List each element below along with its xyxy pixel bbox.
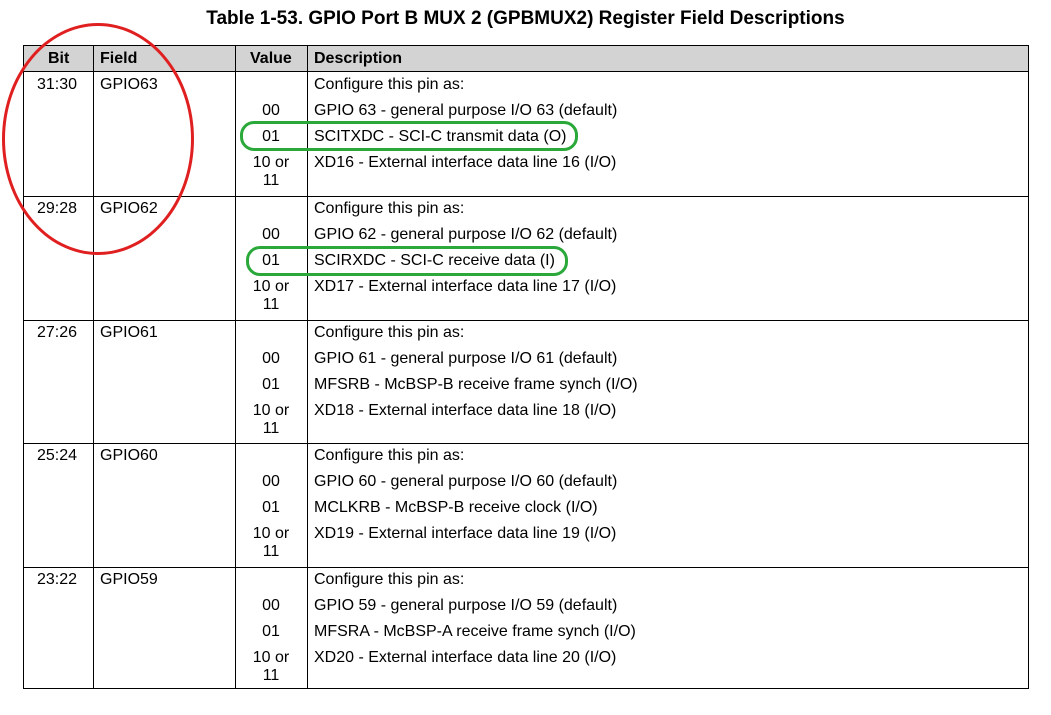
- description-text: GPIO 60 - general purpose I/O 60 (defaul…: [314, 473, 618, 490]
- description-text: Configure this pin as:: [314, 76, 465, 93]
- mux-value: 00: [262, 226, 280, 243]
- row-divider: [24, 443, 1028, 444]
- mux-value: 00: [262, 473, 280, 490]
- description-text: XD18 - External interface data line 18 (…: [314, 402, 617, 419]
- field-name: GPIO59: [100, 571, 158, 588]
- description-text: MFSRB - McBSP-B receive frame synch (I/O…: [314, 376, 638, 393]
- description-text: MCLKRB - McBSP-B receive clock (I/O): [314, 499, 598, 516]
- mux-value: 10 or: [252, 649, 290, 666]
- description-text: XD20 - External interface data line 20 (…: [314, 649, 617, 666]
- field-name: GPIO60: [100, 447, 158, 464]
- description-text: Configure this pin as:: [314, 200, 465, 217]
- bit-range: 23:22: [37, 571, 78, 588]
- mux-value: 11: [262, 667, 280, 684]
- mux-value: 10 or: [252, 154, 290, 171]
- table-title: Table 1-53. GPIO Port B MUX 2 (GPBMUX2) …: [206, 8, 845, 29]
- field-name: GPIO61: [100, 324, 158, 341]
- description-text: Configure this pin as:: [314, 447, 465, 464]
- mux-value: 10 or: [252, 402, 290, 419]
- mux-value: 01: [262, 376, 280, 393]
- description-text: Configure this pin as:: [314, 324, 465, 341]
- description-text: GPIO 59 - general purpose I/O 59 (defaul…: [314, 597, 618, 614]
- header-value: Value: [250, 50, 292, 67]
- header-description: Description: [314, 50, 403, 67]
- mux-value: 11: [262, 296, 280, 313]
- mux-value: 10 or: [252, 525, 290, 542]
- bit-range: 27:26: [37, 324, 78, 341]
- description-text: MFSRA - McBSP-A receive frame synch (I/O…: [314, 623, 636, 640]
- description-text: GPIO 61 - general purpose I/O 61 (defaul…: [314, 350, 618, 367]
- mux-value: 01: [262, 499, 280, 516]
- mux-value: 01: [262, 623, 280, 640]
- description-text: GPIO 62 - general purpose I/O 62 (defaul…: [314, 226, 618, 243]
- mux-value: 00: [262, 350, 280, 367]
- mux-value: 00: [262, 597, 280, 614]
- bit-range: 25:24: [37, 447, 78, 464]
- description-text: XD19 - External interface data line 19 (…: [314, 525, 617, 542]
- row-divider: [24, 320, 1028, 321]
- description-text: GPIO 63 - general purpose I/O 63 (defaul…: [314, 102, 618, 119]
- mux-value: 11: [262, 420, 280, 437]
- description-text: XD17 - External interface data line 17 (…: [314, 278, 617, 295]
- mux-value: 00: [262, 102, 280, 119]
- description-text: XD16 - External interface data line 16 (…: [314, 154, 617, 171]
- mux-value: 10 or: [252, 278, 290, 295]
- description-text: Configure this pin as:: [314, 571, 465, 588]
- row-divider: [24, 567, 1028, 568]
- green-highlight-scirxdc: [246, 246, 568, 276]
- red-ellipse-annotation: [2, 23, 194, 255]
- green-highlight-scitxdc: [240, 121, 578, 151]
- mux-value: 11: [262, 172, 280, 189]
- mux-value: 11: [262, 543, 280, 560]
